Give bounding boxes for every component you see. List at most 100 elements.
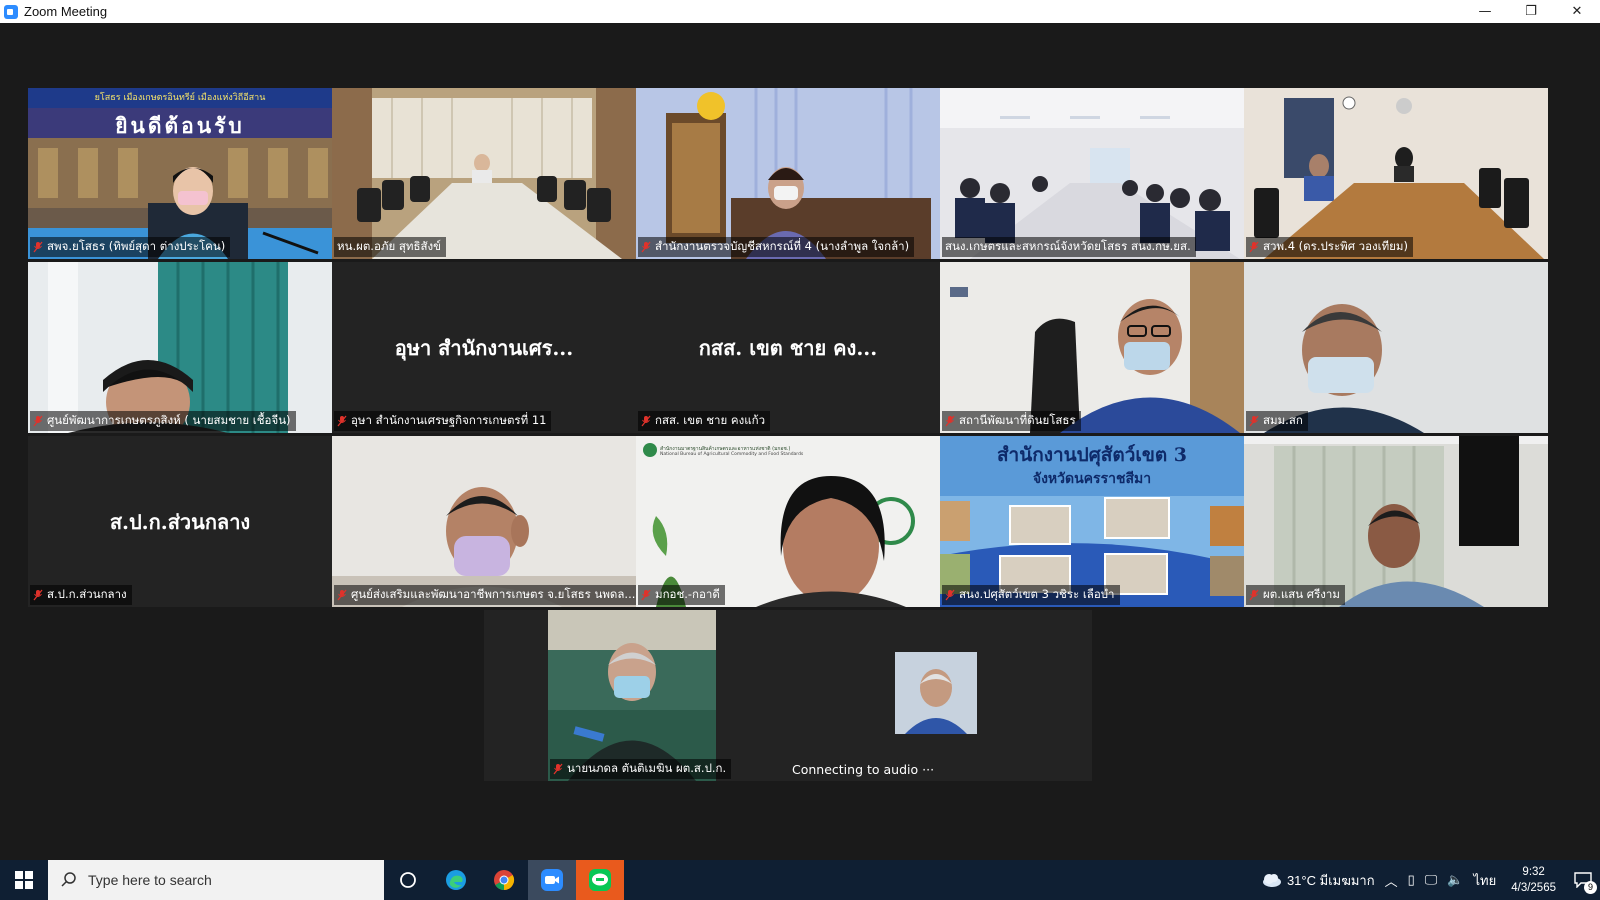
participant-name: ส.ป.ก.ส่วนกลาง [47,587,127,601]
participant-name-label: สนง.ปศุสัตว์เขต 3 วชิระ เลือบำ [942,585,1120,605]
participant-name-label: ผต.แสน ศรีงาม [1246,585,1345,605]
muted-mic-icon [33,415,43,427]
cloud-weather-icon [1262,874,1281,887]
system-tray: 31°C มีเมฆมาก ︿ ▯ 🖵 🔈 ไทย 9:32 4/3/2565 … [1260,860,1600,900]
muted-mic-icon [641,589,651,601]
participant-tile-no-video[interactable]: กสส. เขต ชาย คง... กสส. เขต ชาย คงแก้ว [636,262,940,433]
participant-tile-no-video[interactable]: อุษา สำนักงานเศร... อุษา สำนักงานเศรษฐกิ… [332,262,636,433]
banner-top-text: ยโสธร เมืองเกษตรอินทรีย์ เมืองแห่งวิถีอี… [94,93,266,103]
battery-icon[interactable]: ▯ [1408,872,1415,888]
participant-tile-connecting[interactable]: Connecting to audio ··· [788,610,1092,781]
weather-text[interactable]: 31°C มีเมฆมาก [1287,870,1375,891]
participant-name-label: นายนภดล ตันติเมฆิน ผต.ส.ป.ก. [550,759,732,779]
participant-name: กสส. เขต ชาย คงแก้ว [655,413,766,427]
participant-tile[interactable]: ศูนย์พัฒนาการเกษตรภูสิงห์ ( นายสมชาย เชื… [28,262,332,433]
taskbar-app-line[interactable] [576,860,624,900]
start-button[interactable] [0,860,48,900]
input-language[interactable]: ไทย [1474,870,1497,891]
taskbar-search-box[interactable]: Type here to search [48,860,384,900]
gallery-view: ยโสธร เมืองเกษตรอินทรีย์ เมืองแห่งวิถีอี… [0,23,1600,860]
edge-icon [446,870,466,890]
participant-name-label: สมม.สก [1246,411,1308,431]
participant-name: มกอช.-กอาดี [655,587,720,601]
participant-name: ศูนย์พัฒนาการเกษตรภูสิงห์ ( นายสมชาย เชื… [47,413,291,427]
zoom-icon [541,869,563,891]
logo-subtext: National Bureau of Agricultural Commodit… [660,452,804,457]
participant-tile[interactable]: สนง.เกษตรและสหกรณ์จังหวัดยโสธร สนง.กษ.ยส… [940,88,1244,259]
taskbar-app-zoom[interactable] [528,860,576,900]
participant-display-name: อุษา สำนักงานเศร... [394,335,574,360]
participant-video [1244,436,1548,607]
muted-mic-icon [945,415,955,427]
zoom-app-icon [4,4,18,19]
participant-video [484,610,788,781]
muted-mic-icon [641,241,651,253]
participant-video [636,436,940,607]
muted-mic-icon [33,589,43,601]
participant-name: ศูนย์ส่งเสริมและพัฒนาอาชีพการเกษตร จ.ยโส… [351,587,636,601]
participant-tile[interactable]: สวพ.4 (ดร.ประพิศ วองเทียม) [1244,88,1548,259]
participant-tile[interactable]: ศูนย์ส่งเสริมและพัฒนาอาชีพการเกษตร จ.ยโส… [332,436,636,607]
participant-tile[interactable]: สถานีพัฒนาที่ดินยโสธร [940,262,1244,433]
chrome-icon [494,870,515,891]
participant-name: สำนักงานตรวจบัญชีสหกรณ์ที่ 4 (นางลำพูล ใ… [655,239,910,253]
participant-tile[interactable]: ยโสธร เมืองเกษตรอินทรีย์ เมืองแห่งวิถีอี… [28,88,332,259]
participant-tile[interactable]: สำนักงานปศุสัตว์เขต 3 จังหวัดนครราชสีมา … [940,436,1244,607]
participant-name-label: อุษา สำนักงานเศรษฐกิจการเกษตรที่ 11 [334,411,552,431]
title-bar: Zoom Meeting — ❐ ✕ [0,0,1600,23]
muted-mic-icon [1249,241,1259,253]
participant-tile[interactable]: สมม.สก [1244,262,1548,433]
participant-tile[interactable]: สำนักงานมาตรฐานสินค้าเกษตรและอาหารแห่งชา… [636,436,940,607]
taskbar-app-edge[interactable] [432,860,480,900]
participant-name-label: สพจ.ยโสธร (ทิพย์สุดา ต่างประโคน) [30,237,231,257]
participant-video [1244,88,1548,259]
search-placeholder: Type here to search [88,872,212,888]
taskbar-app-chrome[interactable] [480,860,528,900]
chevron-up-icon[interactable]: ︿ [1385,871,1398,890]
restore-button[interactable]: ❐ [1508,0,1554,23]
volume-icon[interactable]: 🔈 [1447,872,1463,888]
minimize-button[interactable]: — [1462,0,1508,23]
muted-mic-icon [553,763,563,775]
participant-avatar [895,652,977,734]
muted-mic-icon [1249,589,1259,601]
banner-main-text: ยินดีต้อนรับ [115,113,245,138]
participant-video [636,88,940,259]
banner-main-text: สำนักงานปศุสัตว์เขต 3 [996,444,1188,466]
participant-video [940,88,1244,259]
participant-tile[interactable]: สำนักงานตรวจบัญชีสหกรณ์ที่ 4 (นางลำพูล ใ… [636,88,940,259]
participant-tile[interactable]: นายนภดล ตันติเมฆิน ผต.ส.ป.ก. [484,610,788,781]
participant-tile-no-video[interactable]: ส.ป.ก.ส่วนกลาง ส.ป.ก.ส่วนกลาง [28,436,332,607]
participant-video [332,436,636,607]
connecting-audio-status: Connecting to audio ··· [792,762,935,777]
muted-mic-icon [337,589,347,601]
participant-name: สนง.เกษตรและสหกรณ์จังหวัดยโสธร สนง.กษ.ยส… [945,239,1191,253]
banner-sub-text: จังหวัดนครราชสีมา [1032,471,1152,487]
muted-mic-icon [337,415,347,427]
muted-mic-icon [945,589,955,601]
participant-video [28,262,332,433]
participant-name-label: กสส. เขต ชาย คงแก้ว [638,411,771,431]
windows-taskbar: Type here to search 31°C มีเมฆมาก ︿ ▯ 🖵 … [0,860,1600,900]
notification-count-badge: 9 [1584,881,1597,894]
participant-name: สถานีพัฒนาที่ดินยโสธร [959,413,1076,427]
participant-video [332,88,636,259]
participant-name-label: สวพ.4 (ดร.ประพิศ วองเทียม) [1246,237,1413,257]
participant-name: สพจ.ยโสธร (ทิพย์สุดา ต่างประโคน) [47,239,226,253]
participant-name-label: หน.ผต.อภัย สุทธิสังข์ [334,237,446,257]
clock-date: 4/3/2565 [1511,882,1556,894]
task-view-button[interactable] [384,860,432,900]
participant-name-label: มกอช.-กอาดี [638,585,725,605]
participant-name-label: ศูนย์พัฒนาการเกษตรภูสิงห์ ( นายสมชาย เชื… [30,411,296,431]
clock-time: 9:32 [1522,866,1545,878]
participant-name: สวพ.4 (ดร.ประพิศ วองเทียม) [1263,239,1408,253]
participant-tile[interactable]: ผต.แสน ศรีงาม [1244,436,1548,607]
notification-center-button[interactable]: 9 [1566,860,1600,900]
participant-tile-active-speaker[interactable]: หน.ผต.อภัย สุทธิสังข์ [332,88,636,259]
close-button[interactable]: ✕ [1554,0,1600,23]
taskbar-clock[interactable]: 9:32 4/3/2565 [1511,864,1556,896]
network-icon[interactable]: 🖵 [1425,872,1438,888]
participant-name-label: สำนักงานตรวจบัญชีสหกรณ์ที่ 4 (นางลำพูล ใ… [638,237,915,257]
participant-display-name: กสส. เขต ชาย คง... [698,335,878,360]
participant-video [940,262,1244,433]
